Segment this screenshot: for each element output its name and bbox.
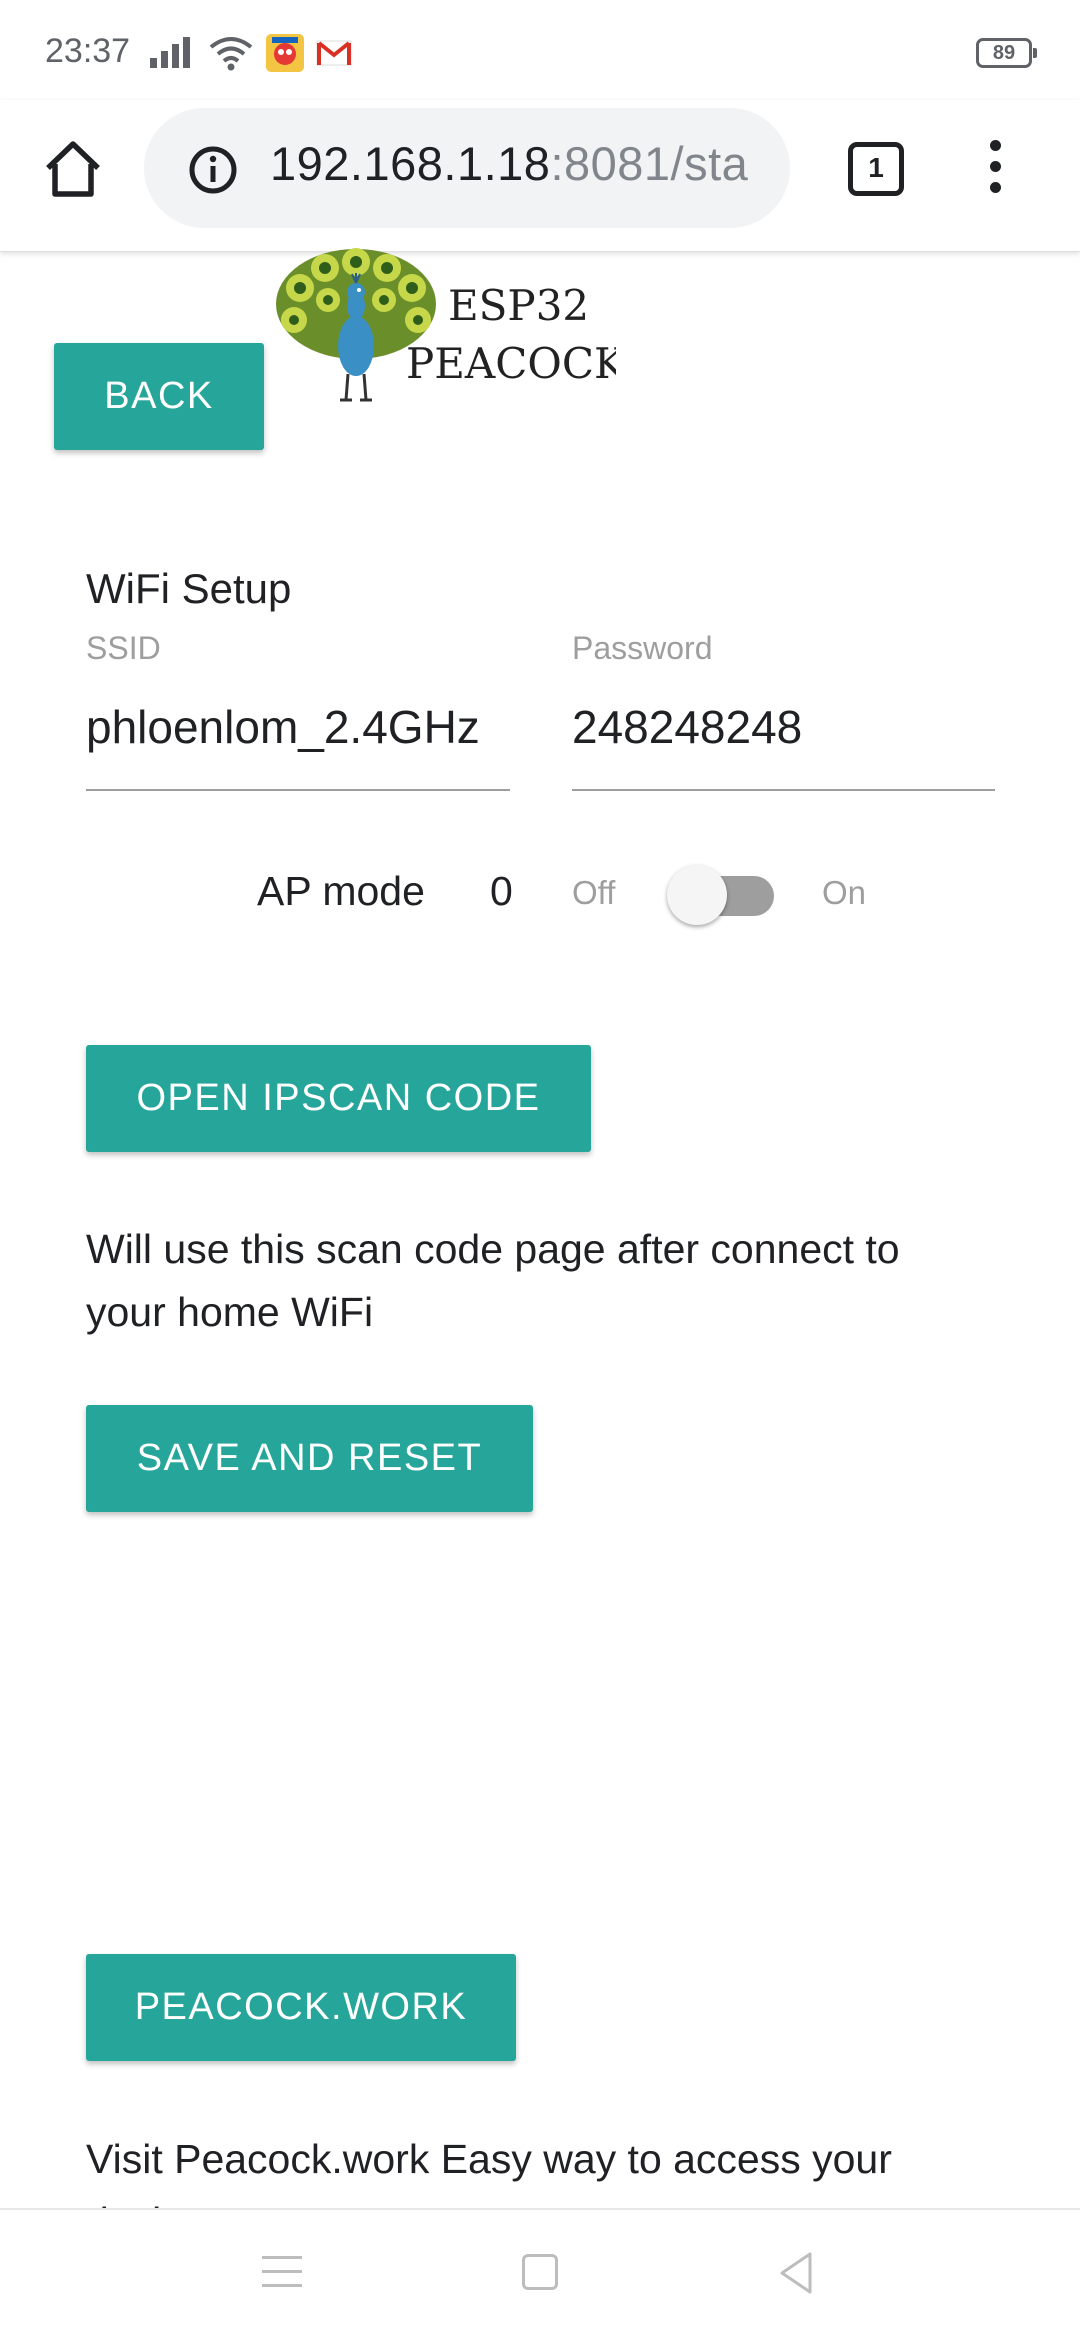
ssid-label: SSID bbox=[86, 630, 161, 666]
status-icons bbox=[150, 34, 352, 72]
esp32-peacock-logo: ESP32 PEACOCK bbox=[276, 248, 616, 402]
signal-icon bbox=[150, 37, 190, 68]
more-vert-icon[interactable] bbox=[980, 140, 1010, 200]
switch-off-label: Off bbox=[572, 874, 616, 911]
peacock-work-button[interactable]: PEACOCK.WORK bbox=[86, 1954, 516, 2061]
home-icon[interactable] bbox=[40, 136, 106, 202]
ipscan-note: Will use this scan code page after conne… bbox=[86, 1226, 900, 1335]
address-bar[interactable]: 192.168.1.18:8081/sta bbox=[144, 108, 790, 228]
recent-apps-icon[interactable] bbox=[262, 2256, 302, 2292]
ssid-field[interactable]: phloenlom_2.4GHz bbox=[86, 700, 480, 754]
open-ipscan-code-button[interactable]: OPEN IPSCAN CODE bbox=[86, 1045, 591, 1152]
switch-on-label: On bbox=[822, 874, 867, 911]
gmail-icon bbox=[316, 40, 352, 66]
back-button[interactable]: BACK bbox=[54, 343, 264, 450]
info-icon[interactable] bbox=[188, 145, 238, 195]
home-square-icon[interactable] bbox=[522, 2254, 558, 2290]
password-label: Password bbox=[572, 630, 713, 666]
status-bar: 23:37 89 bbox=[0, 0, 1080, 100]
wifi-setup-title: WiFi Setup bbox=[86, 565, 292, 612]
ap-mode-label: AP mode bbox=[257, 868, 425, 914]
app-notification-icon bbox=[266, 34, 304, 72]
status-time: 23:37 bbox=[45, 32, 131, 70]
password-field[interactable]: 248248248 bbox=[572, 700, 802, 754]
screen: 23:37 89 192.168.1.18:8081/sta 1 ESP32 P… bbox=[0, 0, 1080, 2340]
browser-toolbar: 192.168.1.18:8081/sta 1 bbox=[0, 100, 1080, 252]
back-triangle-icon[interactable] bbox=[776, 2250, 816, 2296]
password-underline bbox=[572, 789, 995, 791]
ap-mode-switch-thumb[interactable] bbox=[667, 865, 727, 925]
wifi-icon bbox=[209, 37, 253, 71]
url-host: 192.168.1.18 bbox=[270, 137, 551, 190]
url-text[interactable]: 192.168.1.18:8081/sta bbox=[270, 136, 770, 191]
ssid-underline bbox=[86, 789, 510, 791]
system-navigation-bar bbox=[0, 2208, 1080, 2340]
logo-text-peacock: PEACOCK bbox=[406, 339, 616, 388]
url-path: :8081/sta bbox=[550, 137, 749, 190]
ap-mode-value: 0 bbox=[490, 868, 513, 914]
logo-text-esp32: ESP32 bbox=[448, 281, 589, 330]
battery-indicator: 89 bbox=[976, 38, 1037, 68]
save-and-reset-button[interactable]: SAVE AND RESET bbox=[86, 1405, 533, 1512]
tab-switcher-button[interactable]: 1 bbox=[848, 142, 904, 196]
